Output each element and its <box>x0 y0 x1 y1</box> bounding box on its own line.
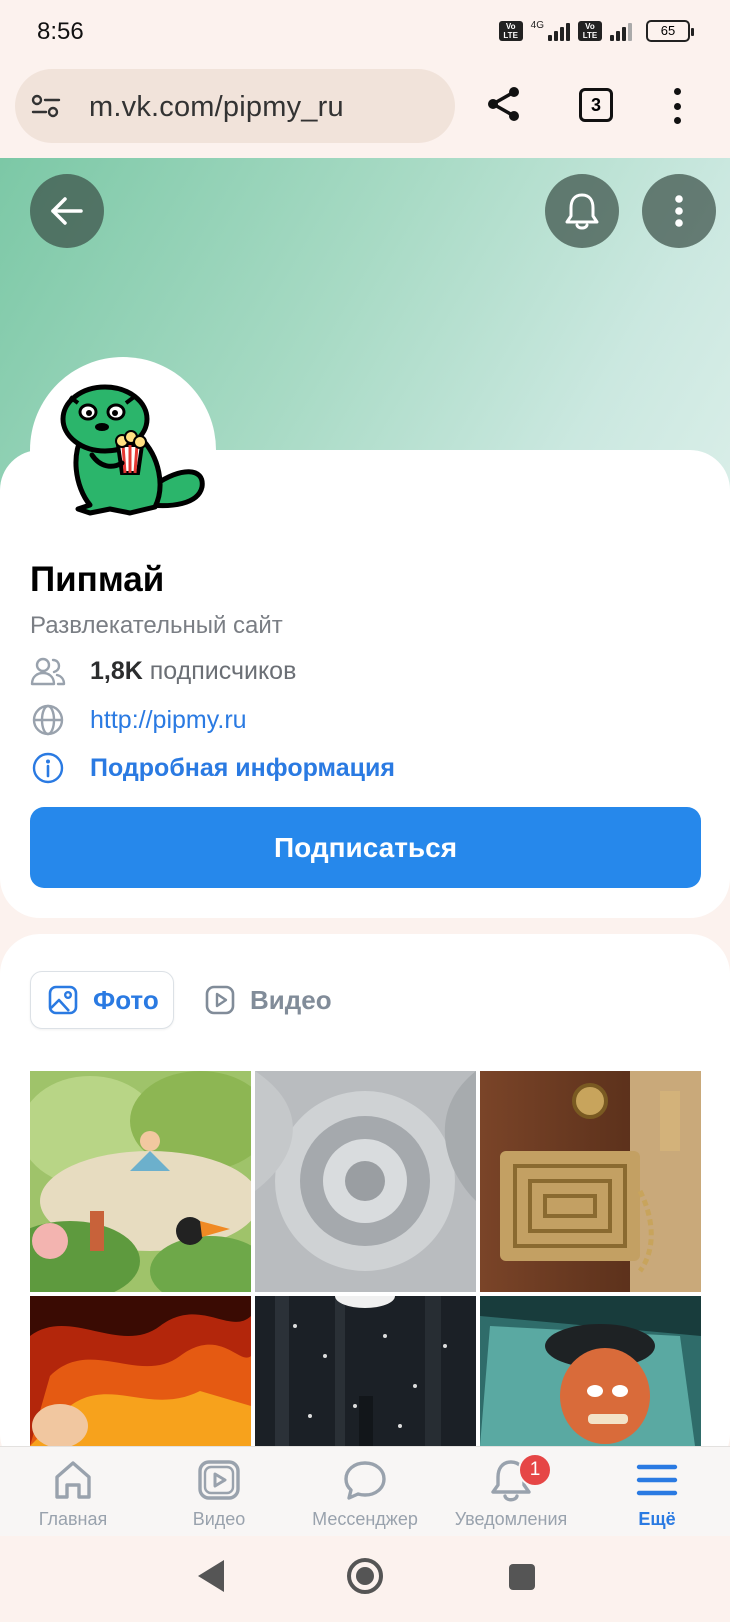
followers-text: 1,8K подписчиков <box>90 657 296 686</box>
more-vertical-icon <box>675 195 683 227</box>
globe-icon <box>30 703 66 737</box>
tab-photos-label: Фото <box>93 984 159 1015</box>
signal-icon <box>548 21 570 41</box>
community-menu-button[interactable] <box>642 174 716 248</box>
volte-icon-2: Vo LTE <box>578 21 602 41</box>
address-bar[interactable]: m.vk.com/pipmy_ru <box>15 69 455 143</box>
tabbar-notifications[interactable]: 1 Уведомления <box>438 1447 584 1537</box>
followers-row[interactable]: 1,8K подписчиков <box>30 654 296 688</box>
info-icon <box>30 751 66 785</box>
community-category: Развлекательный сайт <box>30 612 283 639</box>
photo-silver-flower[interactable] <box>255 1071 476 1292</box>
tab-switcher-button[interactable]: 3 <box>579 88 613 122</box>
community-avatar[interactable] <box>30 357 216 543</box>
home-icon <box>55 1461 91 1499</box>
tab-videos-label: Видео <box>250 984 332 1015</box>
tabbar-more-label: Ещё <box>638 1509 676 1529</box>
tabbar-video-label: Видео <box>192 1509 246 1529</box>
browser-toolbar: m.vk.com/pipmy_ru 3 <box>0 66 730 158</box>
tabbar-messenger[interactable]: Мессенджер <box>292 1447 438 1537</box>
website-row[interactable]: http://pipmy.ru <box>30 703 247 737</box>
tabbar-home[interactable]: Главная <box>0 1447 146 1537</box>
share-icon[interactable] <box>484 84 524 124</box>
site-settings-icon[interactable] <box>31 94 61 118</box>
browser-menu-icon[interactable] <box>671 86 683 126</box>
url-text[interactable]: m.vk.com/pipmy_ru <box>89 91 344 124</box>
tabbar-notifications-label: Уведомления <box>454 1509 568 1529</box>
users-icon <box>30 654 66 688</box>
system-recents-icon[interactable] <box>509 1564 535 1590</box>
details-row[interactable]: Подробная информация <box>30 751 395 785</box>
status-time: 8:56 <box>37 18 84 45</box>
image-icon <box>48 985 78 1015</box>
system-home-icon[interactable] <box>345 1556 385 1596</box>
system-navigation-bar <box>0 1536 730 1622</box>
tab-videos[interactable]: Видео <box>200 971 332 1029</box>
tabbar-messenger-label: Мессенджер <box>312 1509 418 1529</box>
arrow-left-icon <box>51 197 83 225</box>
subscribe-button[interactable]: Подписаться <box>30 807 701 888</box>
signal-icon-2 <box>610 21 632 41</box>
tab-photos[interactable]: Фото <box>30 971 174 1029</box>
photo-fire-woman[interactable] <box>30 1296 251 1446</box>
photo-captain-car[interactable] <box>480 1296 701 1446</box>
bell-icon <box>565 193 599 230</box>
website-link[interactable]: http://pipmy.ru <box>90 706 247 735</box>
play-icon <box>205 985 235 1015</box>
photo-maze-lock[interactable] <box>480 1071 701 1292</box>
volte-icon: Vo LTE <box>498 21 523 41</box>
tabbar-video[interactable]: Видео <box>146 1447 292 1537</box>
network-type: 4G <box>530 19 544 31</box>
notifications-toggle-button[interactable] <box>545 174 619 248</box>
video-icon <box>198 1460 240 1500</box>
status-bar: 8:56 Vo LTE 4G Vo LTE 65 <box>0 0 730 66</box>
status-icons: Vo LTE 4G Vo LTE 65 <box>498 19 694 42</box>
notifications-badge: 1 <box>518 1453 552 1487</box>
tabbar-home-label: Главная <box>38 1509 108 1529</box>
beaver-logo-icon <box>60 384 205 516</box>
system-back-icon[interactable] <box>194 1558 228 1594</box>
photo-paper-meditation[interactable] <box>30 1071 251 1292</box>
back-button[interactable] <box>30 174 104 248</box>
community-name: Пипмай <box>30 560 165 599</box>
bottom-tab-bar: Главная Видео Мессенджер 1 Уведомления Е… <box>0 1446 730 1536</box>
photo-dark-forest[interactable] <box>255 1296 476 1446</box>
followers-count: 1,8K <box>90 656 143 685</box>
messenger-icon <box>344 1461 386 1500</box>
details-link[interactable]: Подробная информация <box>90 754 395 783</box>
tabbar-more[interactable]: Ещё <box>584 1447 730 1537</box>
battery-icon: 65 <box>646 20 694 42</box>
menu-icon <box>636 1464 678 1496</box>
followers-suffix: подписчиков <box>142 656 297 685</box>
